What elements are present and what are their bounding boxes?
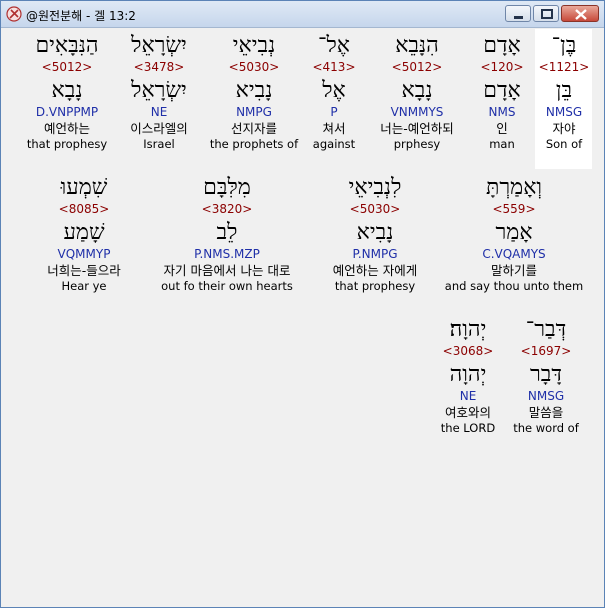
word-card[interactable]: שִׁמְעוּ <8085> שָׁמַע VQMMYP 너희는-들으라 He… [29,174,139,294]
hebrew-word: הַנִּבָּאִים [35,33,99,58]
maximize-button[interactable] [533,5,559,22]
strong-number: <559> [492,202,536,216]
hebrew-lemma: שָׁמַע [63,220,105,245]
korean-gloss: 예언하는 [43,121,90,136]
strong-number: <5030> [228,60,280,74]
hebrew-lemma: לֵב [216,220,238,245]
korean-gloss: 자기 마음에서 나는 대로 [163,263,291,278]
english-gloss: the LORD [440,421,496,435]
window-title: @원전분해 - 겔 13:2 [26,9,136,23]
strong-number: <8085> [58,202,110,216]
close-button[interactable] [561,5,599,22]
strong-number: <3068> [442,344,494,358]
english-gloss: Hear ye [61,279,107,293]
hebrew-lemma: נָבָא [51,78,83,103]
word-card[interactable]: דְּבַר־ <1697> דָּבָר NMSG 말씀을 the word … [506,316,586,436]
english-gloss: and say thou unto them [444,279,584,293]
hebrew-word: לִנְבִיאֵי [348,175,402,200]
maximize-icon [541,9,553,19]
english-gloss: the word of [513,421,579,435]
parsing-code: P.NMPG [352,247,398,261]
english-gloss: the prophets of [209,137,299,151]
korean-gloss: 여호와의 [444,405,491,420]
word-card[interactable]: לִנְבִיאֵי <5030> נָבִיא P.NMPG 예언하는 자에게… [315,174,435,294]
hebrew-lemma: אָמַר [495,220,533,245]
word-card[interactable]: מִלִּבָּם <3820> לֵב P.NMS.MZP 자기 마음에서 나… [142,174,312,294]
hebrew-word: שִׁמְעוּ [60,175,108,200]
parsing-code: NE [459,389,477,403]
hebrew-lemma: דָּבָר [530,362,562,387]
hebrew-lemma: נָבִיא [235,78,273,103]
english-gloss: out fo their own hearts [161,279,293,293]
close-icon [575,9,587,20]
hebrew-word: נְבִיאֵי [232,33,276,58]
parsing-code: NMSG [527,389,565,403]
hebrew-word: דְּבַר־ [525,317,567,342]
parsing-code: NMPG [236,105,272,119]
parsing-code: D.VNPPMP [35,105,99,119]
korean-gloss: 말하기를 [490,263,537,278]
parsing-code: VQMMYP [57,247,111,261]
english-gloss: that prophesy [334,279,416,293]
app-window: @원전분해 - 겔 13:2 בֶּן־ <1121> בֵּן NMSG 자야… [0,0,605,608]
word-card[interactable]: נְבִיאֵי <5030> נָבִיא NMPG 선지자를 the pro… [199,32,309,152]
strong-number: <3820> [201,202,253,216]
hebrew-lemma: נָבִיא [356,220,394,245]
hebrew-word: מִלִּבָּם [203,175,251,200]
hebrew-word: וְאָמַרְתָּ [485,175,543,200]
korean-gloss: 너희는-들으라 [47,263,121,278]
word-card[interactable]: יְהוָה׃ <3068> יְהוָה NE 여호와의 the LORD [430,316,506,436]
korean-gloss: 예언하는 자에게 [332,263,418,278]
hebrew-word: יְהוָה׃ [449,317,487,342]
app-icon [6,6,22,22]
word-card[interactable]: הַנִּבָּאִים <5012> נָבָא D.VNPPMP 예언하는 … [12,32,122,152]
korean-gloss: 선지자를 [230,121,277,136]
korean-gloss: 말씀을 [528,405,564,420]
interlinear-panel: בֶּן־ <1121> בֵּן NMSG 자야 Son of אָדָם <… [3,28,602,605]
hebrew-lemma: יְהוָה [449,362,487,387]
strong-number: <5012> [41,60,93,74]
english-gloss: that prophesy [26,137,108,151]
strong-number: <5030> [349,202,401,216]
parsing-code: P.NMS.MZP [194,247,260,261]
title-bar[interactable]: @원전분해 - 겔 13:2 [1,1,604,28]
parsing-code: C.VQAMYS [482,247,546,261]
word-card[interactable]: וְאָמַרְתָּ <559> אָמַר C.VQAMYS 말하기를 an… [439,174,589,294]
strong-number: <1697> [520,344,572,358]
minimize-icon [514,16,523,19]
minimize-button[interactable] [505,5,531,22]
